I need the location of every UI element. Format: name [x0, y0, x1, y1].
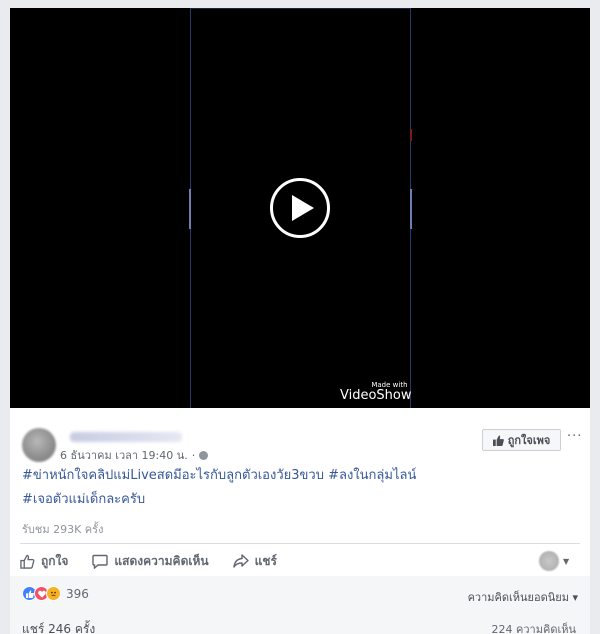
like-page-label: ถูกใจเพจ	[507, 434, 551, 447]
like-button[interactable]: ถูกใจ	[20, 552, 68, 571]
avatar	[539, 551, 559, 571]
sad-reaction-icon	[46, 586, 61, 601]
action-bar: ถูกใจ แสดงความคิดเห็น แชร์	[20, 547, 580, 575]
like-page-button[interactable]: ถูกใจเพจ	[482, 429, 561, 451]
post-meta: 6 ธันวาคม เวลา 19:40 น. ·	[60, 446, 209, 464]
author-name-blurred[interactable]	[70, 432, 182, 442]
video-watermark: Made with VideoShow	[340, 382, 412, 403]
post-body: 6 ธันวาคม เวลา 19:40 น. · ถูกใจเพจ ··· #…	[10, 408, 590, 634]
share-button[interactable]: แชร์	[232, 552, 277, 571]
chevron-down-icon: ▼	[563, 556, 570, 566]
comment-as-selector[interactable]: ▼	[539, 551, 569, 571]
share-count[interactable]: แชร์ 246 ครั้ง	[22, 620, 95, 634]
like-label: ถูกใจ	[41, 553, 69, 568]
hashtag-line-2[interactable]: #เจอตัวแม่เด็กละครับ	[22, 488, 562, 512]
share-icon	[232, 554, 249, 568]
reaction-count: 396	[66, 586, 89, 601]
edge-glint	[189, 189, 191, 229]
post-caption: #ข่าหนักใจคลิปแม่Liveสดมีอะไรกับลูกตัวเอ…	[22, 464, 562, 512]
comment-label: แสดงความคิดเห็น	[114, 553, 209, 568]
avatar[interactable]	[22, 428, 56, 462]
meta-dot: ·	[191, 448, 196, 462]
post-card: Made with VideoShow 6 ธันวาคม เวลา 19:40…	[10, 8, 590, 634]
reactions-button[interactable]: 396	[22, 586, 89, 601]
edge-glint	[410, 189, 412, 229]
thumbs-up-icon	[492, 434, 504, 446]
edge-glint	[410, 129, 412, 141]
watermark-big: VideoShow	[340, 388, 412, 403]
divider	[20, 543, 580, 544]
comment-button[interactable]: แสดงความคิดเห็น	[92, 552, 209, 571]
thumbs-up-icon	[20, 554, 35, 569]
post-timestamp[interactable]: 6 ธันวาคม เวลา 19:40 น.	[60, 446, 188, 464]
comment-count[interactable]: 224 ความคิดเห็น	[492, 620, 577, 634]
more-options-button[interactable]: ···	[567, 429, 582, 444]
view-count: รับชม 293K ครั้ง	[22, 523, 104, 536]
comment-sort-dropdown[interactable]: ความคิดเห็นยอดนิยม ▾	[468, 588, 578, 606]
share-label: แชร์	[254, 553, 277, 568]
comment-icon	[92, 554, 109, 569]
reaction-summary: 396 ความคิดเห็นยอดนิยม ▾ แชร์ 246 ครั้ง …	[10, 576, 590, 634]
play-icon	[291, 195, 314, 221]
globe-icon	[199, 450, 209, 460]
play-button[interactable]	[270, 178, 330, 238]
video-player[interactable]: Made with VideoShow	[10, 8, 590, 408]
hashtag-line-1[interactable]: #ข่าหนักใจคลิปแม่Liveสดมีอะไรกับลูกตัวเอ…	[22, 464, 562, 488]
